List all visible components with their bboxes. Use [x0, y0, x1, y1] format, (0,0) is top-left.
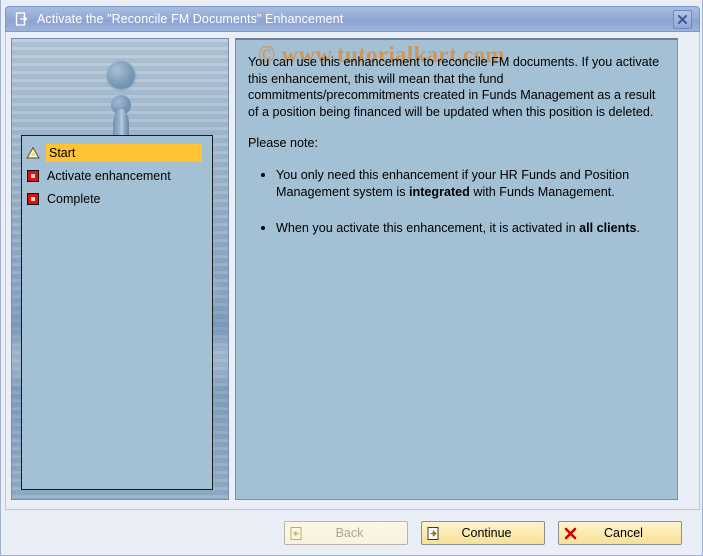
wizard-navigation-panel: Start Activate enhancement Complete [11, 38, 229, 500]
list-item: You only need this enhancement if your H… [276, 167, 663, 200]
continue-button-label: Continue [461, 526, 512, 540]
title-bar: Activate the "Reconcile FM Documents" En… [5, 6, 700, 32]
sidebar-item-complete[interactable]: Complete [22, 187, 212, 210]
water-droplet-top [107, 61, 135, 89]
wizard-step-list: Start Activate enhancement Complete [21, 135, 213, 490]
continue-button[interactable]: Continue [421, 521, 545, 545]
list-item: When you activate this enhancement, it i… [276, 220, 663, 237]
description-paragraph-1: You can use this enhancement to reconcil… [248, 55, 660, 119]
note-bullet-list: You only need this enhancement if your H… [248, 167, 663, 237]
warning-triangle-icon [26, 146, 40, 160]
description-text: You can use this enhancement to reconcil… [248, 54, 663, 237]
dialog-window: Activate the "Reconcile FM Documents" En… [0, 0, 703, 556]
continue-document-icon [426, 526, 441, 541]
bullet-bold-part: integrated [409, 184, 470, 199]
back-button[interactable]: Back [284, 521, 408, 545]
sidebar-item-label: Complete [47, 191, 101, 206]
cancel-button[interactable]: Cancel [558, 521, 682, 545]
bullet-text-part: with Funds Management. [469, 184, 615, 199]
close-icon[interactable] [673, 9, 692, 29]
dialog-button-bar: Back Continue Cancel [1, 511, 702, 555]
cancel-cross-icon [563, 526, 578, 541]
sidebar-item-label: Activate enhancement [47, 168, 171, 183]
sidebar-item-activate-enhancement[interactable]: Activate enhancement [22, 164, 212, 187]
dialog-content: Start Activate enhancement Complete © ww… [5, 32, 700, 510]
description-paragraph-2: Please note: [248, 136, 319, 151]
window-title: Activate the "Reconcile FM Documents" En… [37, 12, 344, 26]
document-arrow-icon [14, 11, 30, 27]
back-button-label: Back [335, 526, 364, 540]
description-panel: © www.tutorialkart.com You can use this … [235, 38, 678, 500]
bullet-bold-part: all clients [579, 221, 637, 236]
red-square-icon [26, 169, 40, 183]
bullet-text-part: When you activate this enhancement, it i… [276, 221, 580, 236]
cancel-button-label: Cancel [604, 526, 643, 540]
red-square-icon [26, 192, 40, 206]
bullet-text-part: . [636, 221, 641, 236]
sidebar-item-start[interactable]: Start [22, 141, 212, 164]
back-document-icon [289, 526, 304, 541]
sidebar-item-label: Start [46, 143, 202, 162]
